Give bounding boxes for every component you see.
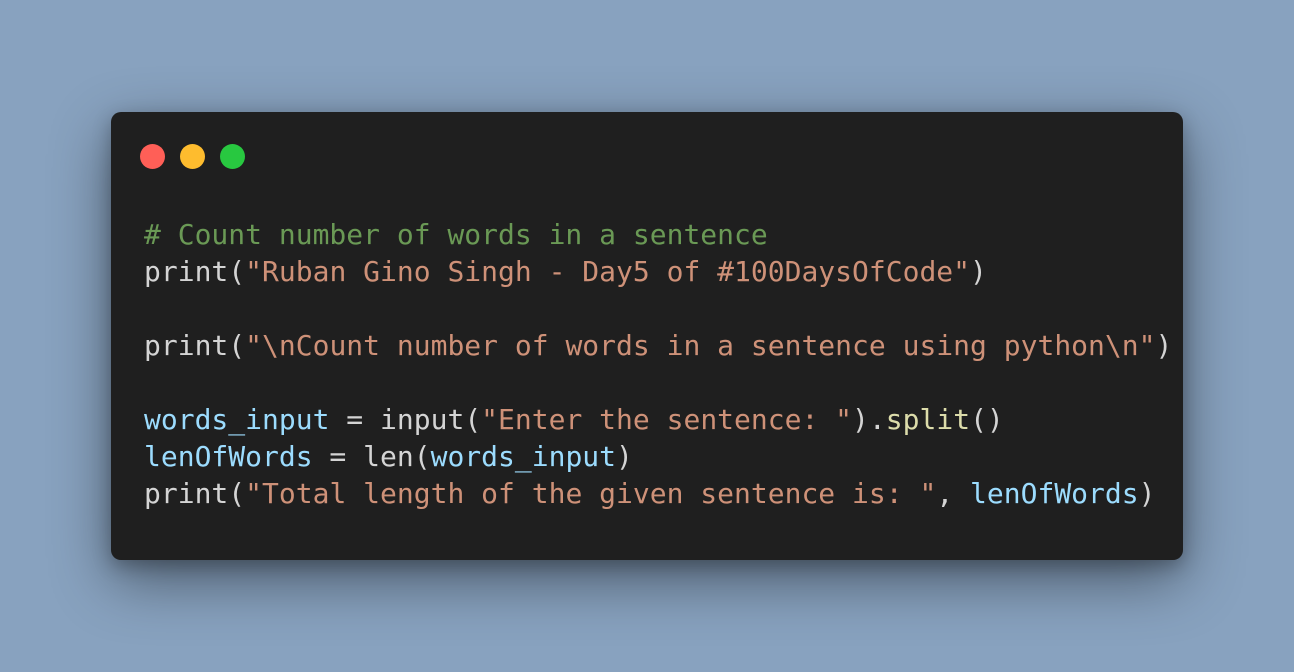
code-token: print — [144, 329, 229, 362]
code-token: lenOfWords — [970, 477, 1139, 510]
code-token: split — [885, 403, 971, 436]
minimize-icon — [180, 144, 205, 169]
maximize-icon — [220, 144, 245, 169]
code-token: ). — [852, 403, 886, 436]
code-token: ( — [228, 477, 246, 510]
code-token: , — [936, 477, 971, 510]
code-token: ) — [616, 440, 633, 473]
code-token: print — [144, 477, 229, 510]
code-token: ( — [228, 329, 246, 362]
code-token: ) — [1138, 477, 1156, 510]
code-line: print("Total length of the given sentenc… — [144, 475, 1172, 512]
code-token: ( — [464, 403, 482, 436]
code-token: "\nCount number of words in a sentence u… — [245, 329, 1156, 362]
code-token: lenOfWords — [144, 440, 313, 473]
code-line: print("Ruban Gino Singh - Day5 of #100Da… — [144, 253, 1172, 290]
code-token: ) — [970, 255, 987, 288]
code-block: # Count number of words in a sentence pri… — [144, 216, 1172, 512]
code-token: "Enter the sentence: " — [481, 403, 853, 436]
code-line: lenOfWords = len(words_input) — [144, 438, 1172, 475]
code-token: len — [363, 440, 414, 473]
code-token: words_input — [430, 440, 617, 473]
code-line: words_input = input("Enter the sentence:… — [144, 401, 1172, 438]
code-window: # Count number of words in a sentence pri… — [111, 112, 1183, 560]
code-line: # Count number of words in a sentence — [144, 216, 1172, 253]
code-token: ( — [413, 440, 431, 473]
code-line: print("\nCount number of words in a sent… — [144, 327, 1172, 364]
code-token: words_input — [144, 403, 330, 436]
code-token: "Total length of the given sentence is: … — [245, 477, 937, 510]
code-token: input — [380, 403, 465, 436]
code-token: = — [329, 403, 381, 436]
code-token: "Ruban Gino Singh - Day5 of #100DaysOfCo… — [245, 255, 971, 288]
code-token: ( — [228, 255, 246, 288]
code-token: # Count number of words in a sentence — [144, 218, 768, 251]
code-token: () — [970, 403, 1004, 436]
code-token: = — [312, 440, 364, 473]
close-icon — [140, 144, 165, 169]
code-token: print — [144, 255, 229, 288]
code-token: ) — [1155, 329, 1173, 362]
